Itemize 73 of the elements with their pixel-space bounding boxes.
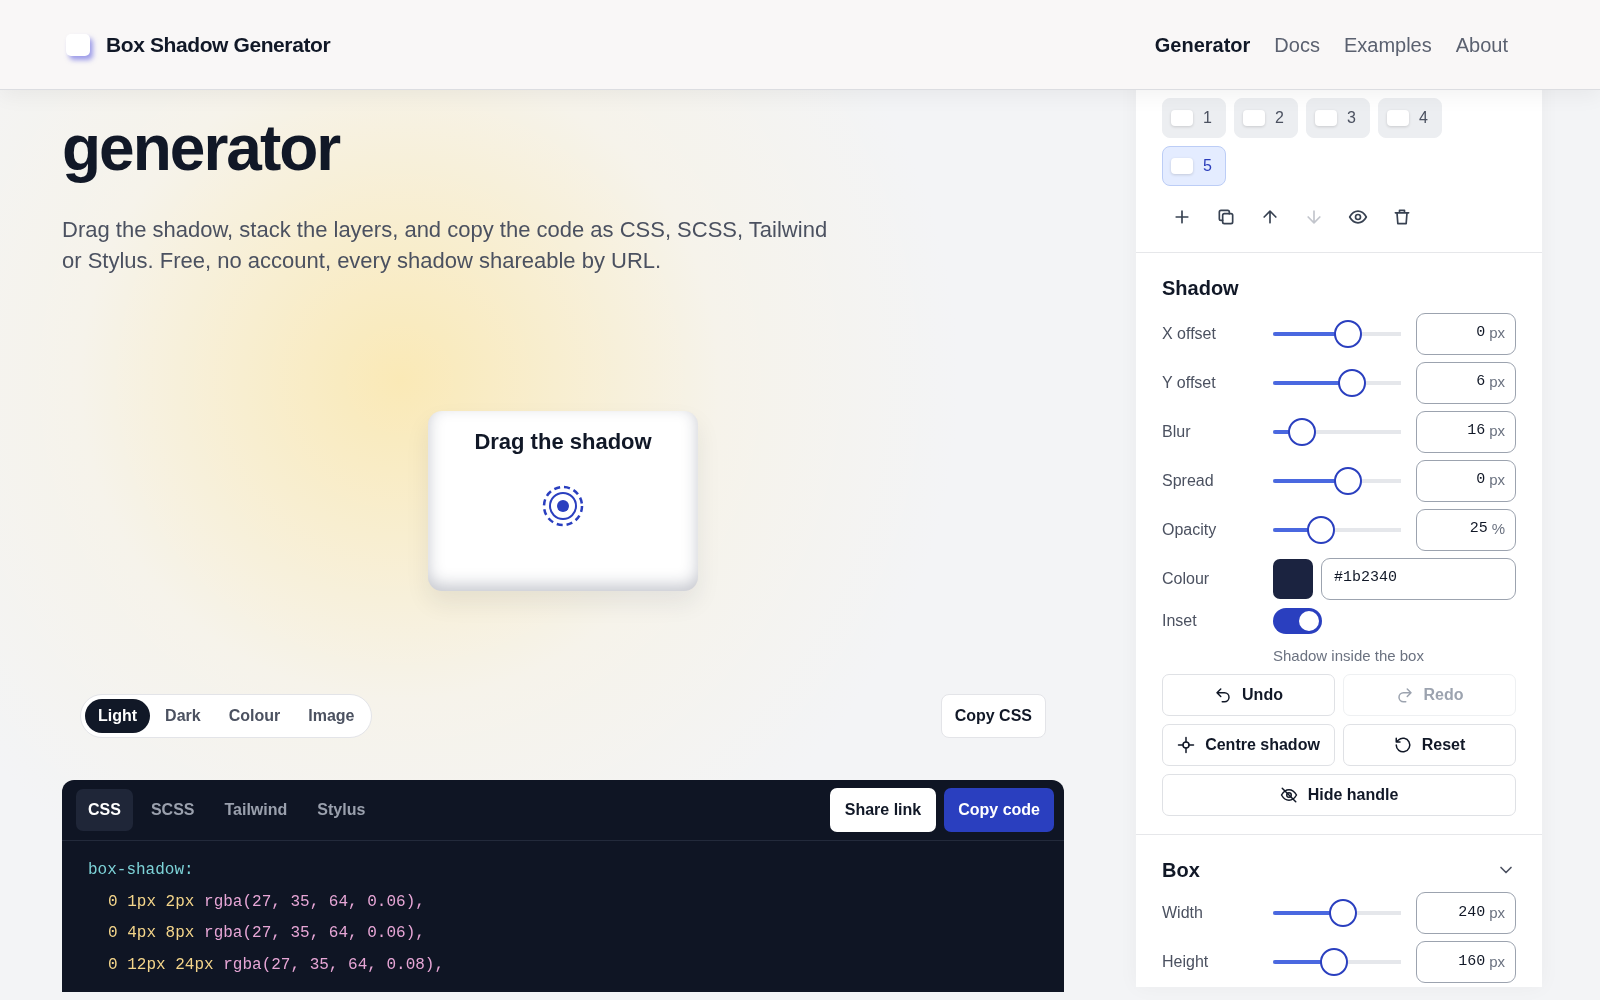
field-label: Opacity bbox=[1162, 519, 1218, 540]
undo-button[interactable]: Undo bbox=[1162, 673, 1335, 716]
reset-icon bbox=[1393, 735, 1412, 754]
number-field[interactable]: 240 px bbox=[1416, 892, 1516, 934]
eye-slash-icon bbox=[1279, 785, 1298, 804]
field-label: X offset bbox=[1162, 323, 1217, 344]
number-field[interactable]: 16 px bbox=[1416, 410, 1516, 453]
card-label: Drag the shadow bbox=[474, 428, 652, 456]
slider-thumb[interactable] bbox=[1333, 319, 1362, 348]
layer-swatch-icon bbox=[1387, 110, 1409, 126]
intro-text: Drag the shadow, stack the layers, and copy the code as CSS, SCSS, Tailwind or Stylus. Free, no account, every shadow shareable by URL. bbox=[62, 216, 829, 275]
slider-thumb[interactable] bbox=[1328, 899, 1357, 927]
slider-thumb[interactable] bbox=[1287, 417, 1316, 446]
slider-thumb[interactable] bbox=[1333, 466, 1362, 495]
number-field[interactable]: 25 % bbox=[1416, 508, 1516, 551]
code-line: 0 4px 8px rgba(27, 35, 64, 0.06), bbox=[107, 923, 426, 944]
copy-code-button[interactable]: Copy code bbox=[944, 788, 1054, 832]
background-tab[interactable]: Colour bbox=[215, 699, 294, 733]
field-label: Height bbox=[1162, 952, 1210, 972]
number-field[interactable]: 0 px bbox=[1416, 312, 1516, 355]
undo-icon bbox=[1214, 685, 1233, 704]
slider-thumb[interactable] bbox=[1337, 368, 1366, 397]
code-tab[interactable]: Tailwind bbox=[212, 789, 300, 831]
layer-chip[interactable]: 1 bbox=[1162, 98, 1226, 138]
section-title: Box bbox=[1162, 857, 1200, 883]
slider-thumb[interactable] bbox=[1306, 515, 1335, 544]
field-label: Inset bbox=[1162, 611, 1198, 631]
toggle-switch[interactable] bbox=[1273, 608, 1322, 634]
nav-link[interactable]: Examples bbox=[1343, 29, 1432, 60]
page-heading: generator bbox=[62, 112, 340, 184]
field-label: Width bbox=[1162, 903, 1204, 923]
layer-swatch-icon bbox=[1171, 110, 1193, 126]
layer-chip[interactable]: 4 bbox=[1378, 98, 1442, 138]
number-field[interactable]: 6 px bbox=[1416, 361, 1516, 404]
hint-text: Shadow inside the box bbox=[1272, 646, 1425, 666]
redo-icon bbox=[1395, 685, 1414, 704]
field-label: Blur bbox=[1162, 421, 1192, 442]
number-field[interactable]: 0 px bbox=[1416, 459, 1516, 502]
layer-chip[interactable]: 2 bbox=[1234, 98, 1298, 138]
background-tab[interactable]: Light bbox=[85, 699, 151, 733]
layer-swatch-icon bbox=[1243, 110, 1265, 126]
background-tab[interactable]: Image bbox=[295, 699, 368, 733]
layer-swatch-icon bbox=[1171, 158, 1193, 174]
crosshair-icon bbox=[1177, 735, 1196, 754]
slider-thumb[interactable] bbox=[1319, 948, 1348, 976]
nav-link[interactable]: Generator bbox=[1154, 29, 1251, 60]
layer-chip[interactable]: 3 bbox=[1306, 98, 1370, 138]
code-tab[interactable]: SCSS bbox=[138, 789, 207, 831]
field-label: Y offset bbox=[1162, 372, 1217, 393]
layer-chip[interactable]: 5 bbox=[1162, 146, 1226, 186]
hide-button[interactable]: Hide handle bbox=[1162, 773, 1516, 816]
field-label: Colour bbox=[1162, 568, 1211, 589]
code-line: 0 1px 2px rgba(27, 35, 64, 0.06), bbox=[107, 891, 426, 913]
background-tab[interactable]: Dark bbox=[152, 699, 214, 733]
nav-link[interactable]: Docs bbox=[1274, 29, 1320, 60]
logo-icon bbox=[66, 33, 90, 56]
colour-swatch[interactable] bbox=[1273, 558, 1313, 599]
code-line: box-shadow: bbox=[88, 860, 195, 881]
layer-swatch-icon bbox=[1315, 110, 1337, 126]
code-line: 0 12px 24px rgba(27, 35, 64, 0.08), bbox=[107, 954, 446, 976]
drag-handle-icon[interactable] bbox=[541, 484, 585, 528]
centre-button[interactable]: Centre shadow bbox=[1162, 723, 1335, 766]
field-label: Spread bbox=[1162, 470, 1215, 491]
section-title: Shadow bbox=[1162, 276, 1240, 301]
nav-link[interactable]: About bbox=[1455, 29, 1508, 60]
hex-field[interactable]: #1b2340 bbox=[1321, 557, 1516, 600]
number-field[interactable]: 160 px bbox=[1416, 941, 1516, 983]
code-tab[interactable]: CSS bbox=[76, 789, 133, 831]
share-link-button[interactable]: Share link bbox=[829, 788, 937, 832]
brand-name[interactable]: Box Shadow Generator bbox=[106, 28, 331, 61]
reset-button[interactable]: Reset bbox=[1343, 723, 1516, 766]
code-tab[interactable]: Stylus bbox=[305, 789, 378, 831]
copy-css-button[interactable]: Copy CSS bbox=[940, 694, 1046, 738]
